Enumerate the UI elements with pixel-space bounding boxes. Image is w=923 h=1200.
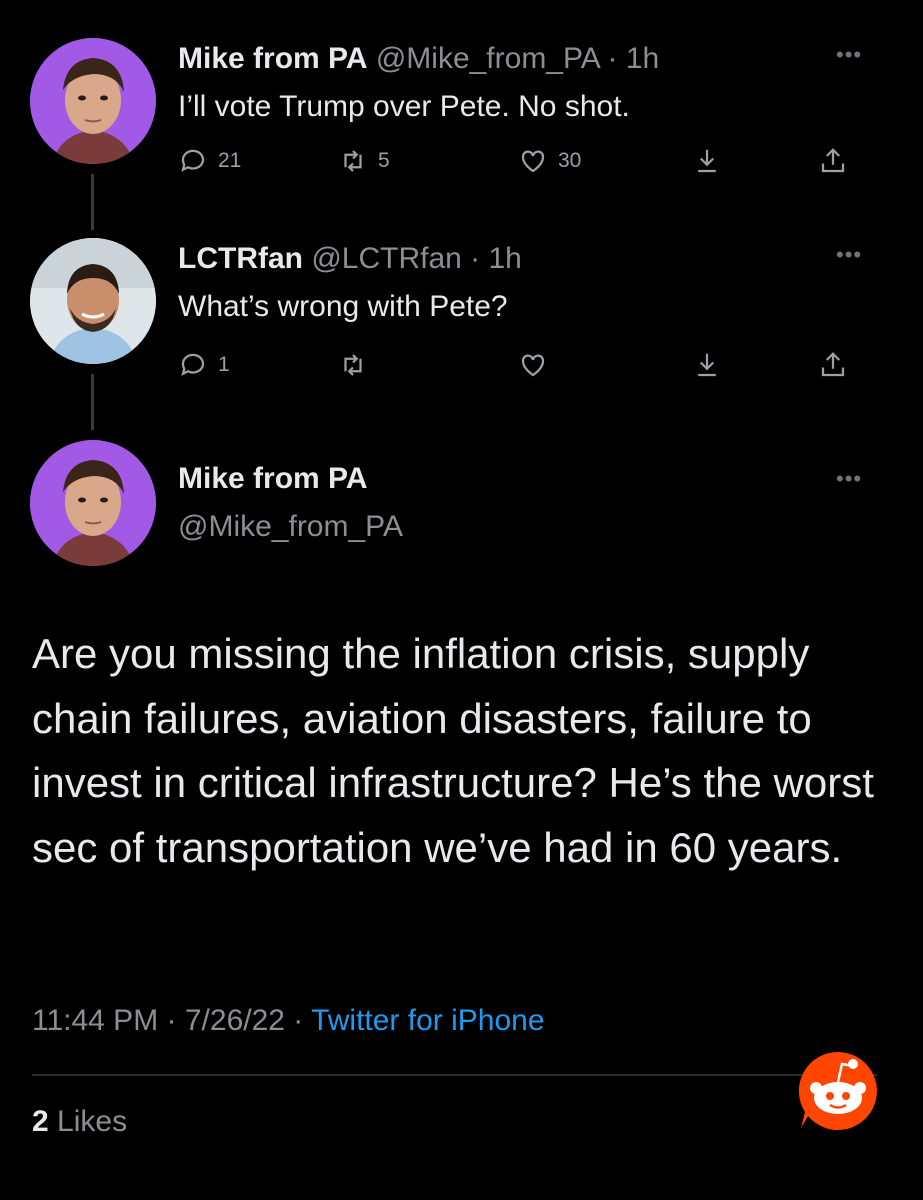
avatar[interactable] [30, 440, 156, 566]
share-button[interactable] [818, 146, 848, 176]
thread-connector [91, 174, 94, 230]
display-name[interactable]: Mike from PA [178, 462, 367, 496]
handle[interactable]: @LCTRfan [311, 242, 462, 275]
thread-connector [91, 374, 94, 430]
avatar[interactable] [30, 238, 156, 364]
likes-count: 2 [32, 1105, 49, 1138]
reply-button[interactable]: 1 [178, 350, 230, 380]
likes-label: Likes [57, 1105, 128, 1138]
tweet-header: Mike from PA @Mike_from_PA · 1h [178, 42, 660, 75]
more-dots-icon[interactable]: ••• [836, 42, 862, 68]
reply-icon [181, 353, 205, 376]
retweet-icon [344, 354, 362, 376]
likes-summary[interactable]: 2 Likes [32, 1105, 127, 1139]
more-dots-icon[interactable]: ••• [836, 466, 862, 492]
like-button[interactable]: 30 [518, 146, 581, 176]
retweet-count: 5 [378, 149, 390, 172]
tweet-text: Are you missing the inflation crisis, su… [32, 630, 874, 871]
retweet-button[interactable]: 5 [338, 146, 390, 176]
bookmark-button[interactable] [692, 146, 722, 176]
bookmark-down-icon [698, 353, 716, 377]
heart-icon [521, 354, 545, 377]
handle[interactable]: @Mike_from_PA [178, 510, 403, 544]
tweet-meta-footer: 11:44 PM · 7/26/22 · Twitter for iPhone [32, 1004, 545, 1037]
bookmark-button[interactable] [692, 350, 722, 380]
tweet-date[interactable]: 7/26/22 [185, 1004, 285, 1037]
reddit-logo [795, 1048, 881, 1134]
divider [32, 1074, 877, 1076]
bookmark-down-icon [698, 149, 716, 173]
like-count: 30 [558, 149, 582, 172]
reply-count: 21 [218, 149, 242, 172]
tweet-thread-page: Mike from PA @Mike_from_PA · 1h ••• I’ll… [0, 0, 923, 1200]
like-button[interactable] [518, 350, 548, 380]
tweet-time[interactable]: 11:44 PM [32, 1004, 158, 1037]
tweet-source-link[interactable]: Twitter for iPhone [311, 1004, 544, 1037]
handle[interactable]: @Mike_from_PA [376, 42, 599, 75]
reply-count: 1 [218, 353, 230, 376]
action-bar: 21 5 30 [178, 146, 878, 182]
timestamp[interactable]: 1h [626, 42, 659, 75]
display-name[interactable]: LCTRfan [178, 242, 303, 275]
action-bar: 1 [178, 350, 878, 386]
reply-button[interactable]: 21 [178, 146, 241, 176]
retweet-button[interactable] [338, 350, 368, 380]
tweet-text: What’s wrong with Pete? [178, 290, 508, 323]
tweet-header: LCTRfan @LCTRfan · 1h [178, 242, 522, 275]
retweet-icon [344, 150, 362, 172]
share-button[interactable] [818, 350, 848, 380]
timestamp[interactable]: 1h [489, 242, 522, 275]
share-icon [821, 148, 845, 173]
avatar[interactable] [30, 38, 156, 164]
heart-icon [521, 150, 545, 173]
share-icon [821, 352, 845, 377]
display-name[interactable]: Mike from PA [178, 42, 367, 75]
more-dots-icon[interactable]: ••• [836, 242, 862, 268]
tweet-text: I’ll vote Trump over Pete. No shot. [178, 90, 630, 123]
reply-icon [181, 149, 205, 172]
